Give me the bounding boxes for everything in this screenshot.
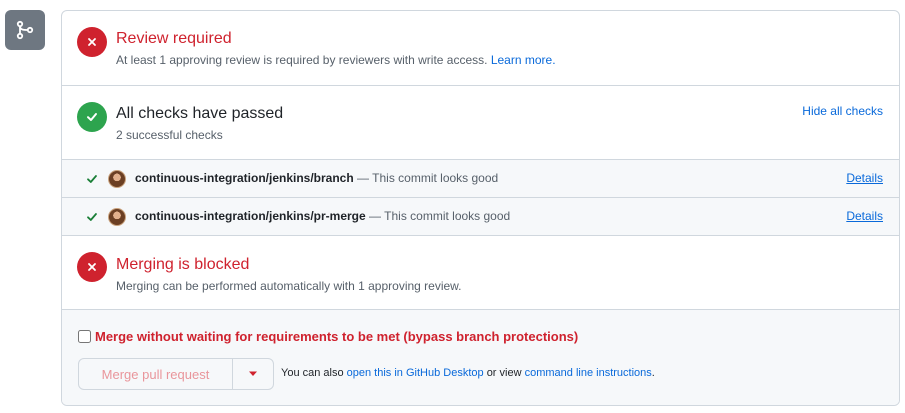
merge-method-dropdown[interactable] (233, 359, 273, 389)
avatar (108, 170, 126, 188)
merging-blocked-section: Merging is blocked Merging can be perfor… (62, 236, 899, 310)
check-icon (87, 213, 97, 221)
git-merge-icon (5, 10, 45, 50)
review-required-subtitle: At least 1 approving review is required … (116, 53, 556, 67)
check-row: continuous-integration/jenkins/pr-merge … (62, 198, 899, 236)
merging-blocked-title: Merging is blocked (116, 256, 250, 273)
merging-blocked-subtitle: Merging can be performed automatically w… (116, 279, 462, 293)
merge-pull-request-button[interactable]: Merge pull request (79, 359, 233, 389)
review-required-title: Review required (116, 30, 232, 47)
details-link[interactable]: Details (846, 171, 883, 185)
merge-button-group: Merge pull request (78, 358, 274, 390)
x-circle-icon (77, 252, 107, 282)
check-row: continuous-integration/jenkins/branch — … (62, 160, 899, 198)
bypass-checkbox[interactable] (78, 330, 91, 343)
check-context: continuous-integration/jenkins/pr-merge … (135, 209, 511, 223)
x-circle-icon (77, 27, 107, 57)
bypass-checkbox-row[interactable]: Merge without waiting for requirements t… (78, 329, 578, 344)
avatar (108, 208, 126, 226)
checks-title: All checks have passed (116, 105, 284, 122)
triangle-down-icon (249, 371, 257, 376)
review-required-section: Review required At least 1 approving rev… (62, 11, 899, 86)
hide-all-checks-link[interactable]: Hide all checks (802, 104, 883, 118)
alternative-merge-text: You can also open this in GitHub Desktop… (281, 367, 655, 379)
details-link[interactable]: Details (846, 209, 883, 223)
merge-status-panel: Review required At least 1 approving rev… (61, 10, 900, 406)
checks-subtitle: 2 successful checks (116, 128, 223, 142)
command-line-instructions-link[interactable]: command line instructions (525, 367, 652, 379)
github-desktop-link[interactable]: open this in GitHub Desktop (347, 367, 484, 379)
check-description: — This commit looks good (369, 209, 511, 223)
check-context: continuous-integration/jenkins/branch — … (135, 171, 499, 185)
check-description: — This commit looks good (357, 171, 499, 185)
check-icon (87, 175, 97, 183)
merge-footer: Merge without waiting for requirements t… (62, 310, 899, 405)
bypass-label: Merge without waiting for requirements t… (95, 329, 579, 344)
check-circle-icon (77, 102, 107, 132)
checks-section: All checks have passed 2 successful chec… (62, 86, 899, 160)
learn-more-link[interactable]: Learn more. (491, 53, 556, 67)
